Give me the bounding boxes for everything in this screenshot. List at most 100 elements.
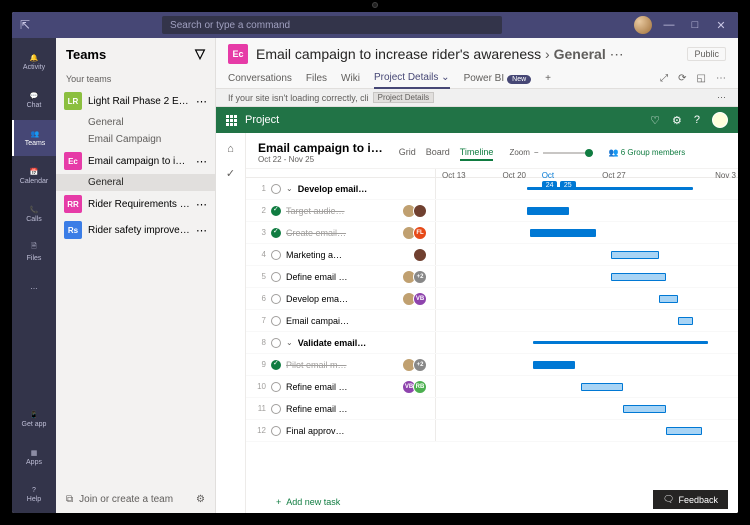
task-row[interactable]: 3Create email…FL — [246, 222, 738, 244]
gantt-bar[interactable] — [678, 317, 693, 325]
complete-toggle[interactable] — [271, 184, 281, 194]
gantt-bar[interactable] — [659, 295, 677, 303]
close-button[interactable]: ✕ — [712, 19, 730, 32]
task-name[interactable]: Define email … — [286, 272, 400, 282]
expand-icon[interactable]: ⤢ — [660, 73, 668, 84]
rail-calls[interactable]: 📞Calls — [12, 196, 56, 232]
task-row[interactable]: 2Target audie… — [246, 200, 738, 222]
sidebar-channel[interactable]: General — [56, 114, 215, 131]
complete-toggle[interactable] — [271, 272, 281, 282]
task-name[interactable]: Final approv… — [286, 426, 422, 436]
infobar-button[interactable]: Project Details — [373, 92, 435, 103]
task-row[interactable]: 8⌄Validate email… — [246, 332, 738, 354]
feedback-button[interactable]: 🗨 Feedback — [653, 490, 728, 509]
view-tab-grid[interactable]: Grid — [399, 145, 416, 161]
complete-toggle[interactable] — [271, 338, 281, 348]
chevron-down-icon[interactable]: ⌄ — [286, 184, 293, 193]
tab-project-details-[interactable]: Project Details ⌄ — [374, 68, 450, 89]
rail-more[interactable]: ⋯ — [12, 272, 56, 308]
task-row[interactable]: 7Email campai… — [246, 310, 738, 332]
complete-toggle[interactable] — [271, 294, 281, 304]
tab-files[interactable]: Files — [306, 69, 327, 88]
chevron-down-icon[interactable]: ⌄ — [286, 338, 293, 347]
settings-icon[interactable]: ⚙ — [672, 114, 682, 127]
task-name[interactable]: Marketing a… — [286, 250, 411, 260]
bell-icon[interactable]: ♡ — [650, 114, 660, 127]
rail-calendar[interactable]: 📅Calendar — [12, 158, 56, 194]
help-icon[interactable]: ? — [694, 114, 700, 126]
user-avatar[interactable] — [634, 16, 652, 34]
task-name[interactable]: Pilot email m… — [286, 360, 400, 370]
tab-power-bi[interactable]: Power BINew — [464, 69, 532, 88]
task-name[interactable]: Develop email… — [298, 184, 422, 194]
sidebar-team[interactable]: LRLight Rail Phase 2 Expans…⋯ — [56, 88, 215, 114]
task-name[interactable]: Create email… — [286, 228, 400, 238]
add-tab-button[interactable]: + — [545, 69, 551, 88]
gantt-bar[interactable] — [611, 273, 665, 281]
sidebar-team[interactable]: RsRider safety improvements⋯ — [56, 217, 215, 243]
sidebar-team[interactable]: RRRider Requirements Survey⋯ — [56, 191, 215, 217]
home-icon[interactable]: ⌂ — [227, 143, 234, 155]
popout-icon[interactable]: ⇱ — [20, 18, 30, 32]
task-name[interactable]: Target audie… — [286, 206, 400, 216]
task-row[interactable]: 11Refine email … — [246, 398, 738, 420]
task-name[interactable]: Develop ema… — [286, 294, 400, 304]
gantt-bar[interactable] — [611, 251, 659, 259]
gantt-bar[interactable] — [581, 383, 623, 391]
more-icon[interactable]: ⋯ — [196, 155, 207, 168]
complete-toggle[interactable] — [271, 382, 281, 392]
rail-help[interactable]: ?Help — [12, 477, 56, 513]
complete-toggle[interactable] — [271, 206, 281, 216]
gantt-bar[interactable] — [527, 187, 693, 190]
check-icon[interactable]: ✓ — [226, 167, 235, 180]
gantt-bar[interactable] — [533, 361, 575, 369]
rail-chat[interactable]: 💬Chat — [12, 82, 56, 118]
refresh-icon[interactable]: ⟳ — [678, 73, 686, 84]
task-row[interactable]: 1⌄Develop email… — [246, 178, 738, 200]
minimize-button[interactable]: — — [660, 19, 678, 31]
more-icon[interactable]: ⋯ — [196, 224, 207, 237]
tab-conversations[interactable]: Conversations — [228, 69, 292, 88]
more-icon[interactable]: ⋯ — [196, 198, 207, 211]
task-row[interactable]: 6Develop ema…VB — [246, 288, 738, 310]
view-tab-board[interactable]: Board — [426, 145, 450, 161]
task-row[interactable]: 5Define email …+2 — [246, 266, 738, 288]
infobar-more[interactable]: ⋯ — [717, 92, 726, 103]
gantt-bar[interactable] — [533, 341, 708, 344]
complete-toggle[interactable] — [271, 228, 281, 238]
rail-bell[interactable]: 🔔Activity — [12, 44, 56, 80]
rail-getapp[interactable]: 📱Get app — [12, 401, 56, 437]
settings-icon[interactable]: ⚙ — [196, 494, 205, 505]
gantt-bar[interactable] — [527, 207, 569, 215]
tab-wiki[interactable]: Wiki — [341, 69, 360, 88]
sidebar-channel[interactable]: Email Campaign — [56, 131, 215, 148]
task-row[interactable]: 10Refine email …VBRB — [246, 376, 738, 398]
join-create-team[interactable]: ⧉ Join or create a team ⚙ — [56, 486, 215, 513]
more-icon[interactable]: ⋯ — [196, 95, 207, 108]
more-icon[interactable]: ⋯ — [716, 73, 726, 84]
task-name[interactable]: Refine email … — [286, 382, 400, 392]
task-row[interactable]: 12Final approv… — [246, 420, 738, 442]
project-avatar[interactable] — [712, 112, 728, 128]
group-members[interactable]: 👥 6 Group members — [609, 148, 686, 157]
sidebar-team[interactable]: EcEmail campaign to increa…⋯ — [56, 148, 215, 174]
zoom-slider[interactable]: Zoom− — [509, 148, 592, 157]
task-name[interactable]: Refine email … — [286, 404, 422, 414]
rail-apps[interactable]: ▦Apps — [12, 439, 56, 475]
sidebar-channel[interactable]: General — [56, 174, 215, 191]
gantt-bar[interactable] — [666, 427, 702, 435]
complete-toggle[interactable] — [271, 360, 281, 370]
complete-toggle[interactable] — [271, 426, 281, 436]
complete-toggle[interactable] — [271, 316, 281, 326]
waffle-icon[interactable] — [226, 115, 237, 126]
rail-files[interactable]: 🗎Files — [12, 234, 56, 270]
task-name[interactable]: Email campai… — [286, 316, 422, 326]
gantt-bar[interactable] — [623, 405, 665, 413]
task-row[interactable]: 9Pilot email m…+2 — [246, 354, 738, 376]
complete-toggle[interactable] — [271, 404, 281, 414]
complete-toggle[interactable] — [271, 250, 281, 260]
view-tab-timeline[interactable]: Timeline — [460, 145, 494, 161]
gantt-bar[interactable] — [530, 229, 596, 237]
filter-icon[interactable]: ▽ — [195, 46, 205, 62]
task-row[interactable]: 4Marketing a… — [246, 244, 738, 266]
